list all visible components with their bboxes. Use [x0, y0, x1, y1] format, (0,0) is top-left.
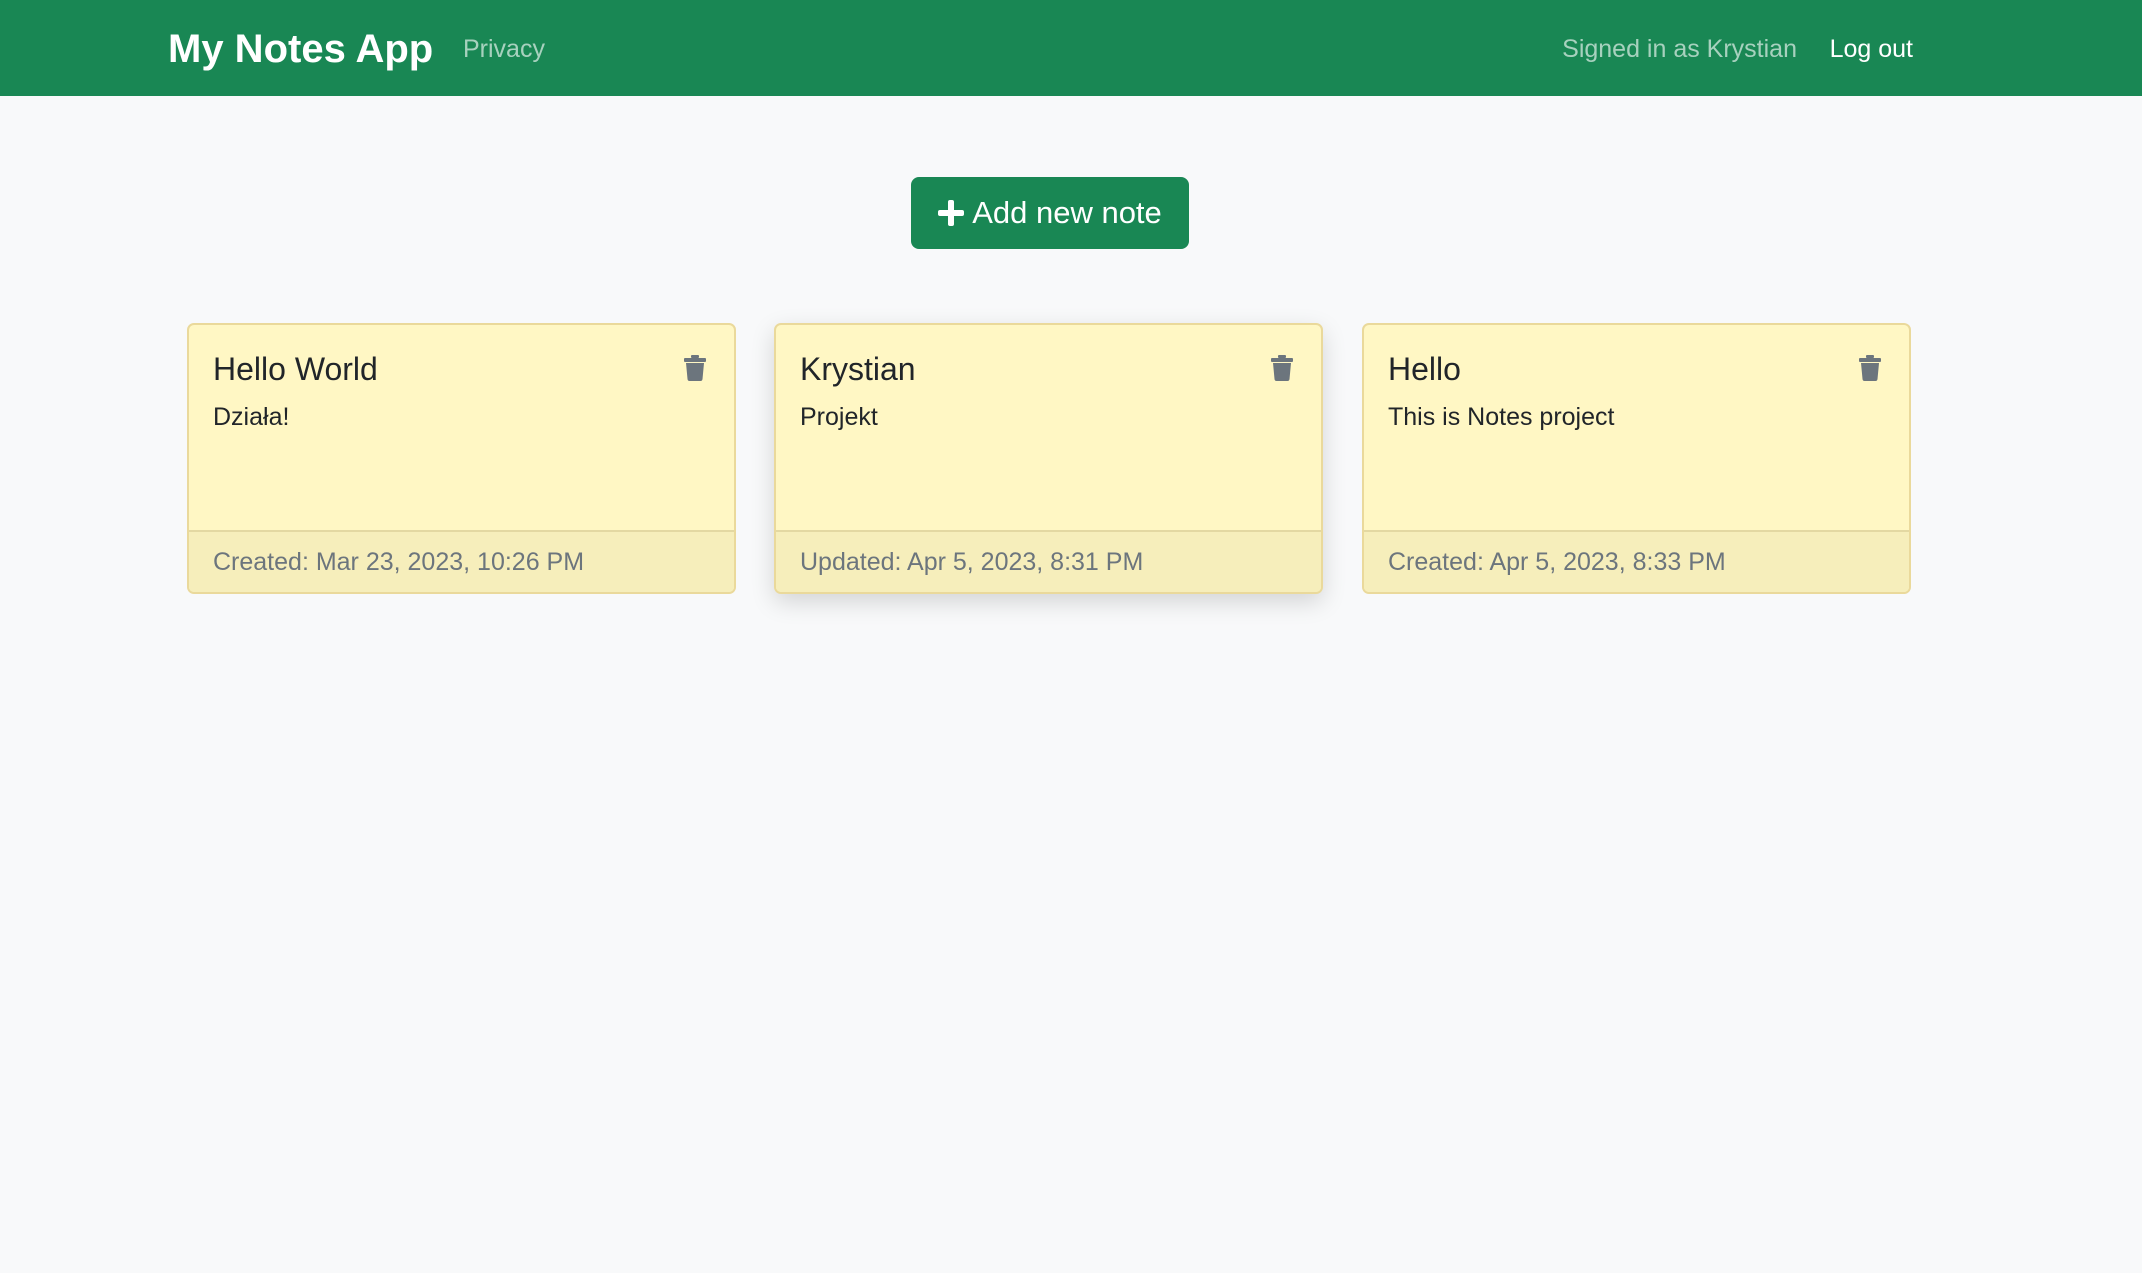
note-timestamp: Created: Mar 23, 2023, 10:26 PM	[213, 548, 585, 576]
note-timestamp: Created: Apr 5, 2023, 8:33 PM	[1388, 548, 1726, 576]
logout-link[interactable]: Log out	[1830, 34, 1913, 64]
note-title: Krystian	[800, 351, 916, 387]
plus-icon	[938, 200, 965, 226]
note-title: Hello	[1388, 351, 1461, 387]
add-note-button[interactable]: Add new note	[911, 177, 1189, 249]
note-footer: Created: Apr 5, 2023, 8:33 PM	[1364, 530, 1909, 592]
note-timestamp: Updated: Apr 5, 2023, 8:31 PM	[800, 548, 1144, 576]
note-card[interactable]: Krystian Projekt Updated: Apr 5, 2023, 8…	[774, 323, 1323, 594]
navbar: My Notes App Privacy Signed in as Krysti…	[0, 0, 2142, 96]
note-card[interactable]: Hello This is Notes project Created: Apr…	[1362, 323, 1911, 594]
note-footer: Updated: Apr 5, 2023, 8:31 PM	[776, 530, 1321, 592]
trash-icon[interactable]	[1271, 355, 1293, 381]
note-title: Hello World	[213, 351, 378, 387]
note-content: Projekt	[800, 403, 878, 431]
note-card[interactable]: Hello World Działa! Created: Mar 23, 202…	[187, 323, 736, 594]
add-note-label: Add new note	[972, 195, 1162, 230]
privacy-link[interactable]: Privacy	[463, 34, 545, 64]
note-content: Działa!	[213, 403, 290, 431]
signed-in-text: Signed in as Krystian	[1562, 35, 1797, 63]
brand-link[interactable]: My Notes App	[168, 27, 433, 71]
note-content: This is Notes project	[1388, 403, 1615, 431]
note-footer: Created: Mar 23, 2023, 10:26 PM	[189, 530, 734, 592]
trash-icon[interactable]	[1859, 355, 1881, 381]
trash-icon[interactable]	[684, 355, 706, 381]
